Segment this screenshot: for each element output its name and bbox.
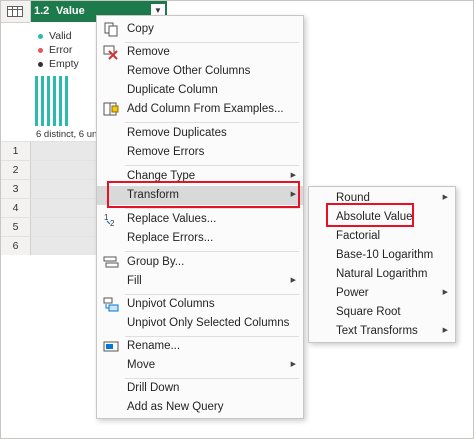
quality-valid-label: Valid bbox=[49, 30, 72, 42]
quality-error-label: Error bbox=[49, 44, 73, 56]
menu-item-remove-other-columns[interactable]: Remove Other Columns bbox=[97, 62, 303, 81]
menu-item-add-as-new-query[interactable]: Add as New Query bbox=[97, 398, 303, 417]
transform-highlight-box bbox=[107, 181, 300, 208]
menu-item-copy[interactable]: Copy bbox=[97, 20, 303, 39]
menu-separator bbox=[125, 122, 299, 123]
menu-item-label: Add as New Query bbox=[127, 401, 224, 413]
column-from-examples-icon bbox=[103, 102, 119, 116]
unpivot-icon bbox=[103, 297, 119, 312]
menu-item-label: Text Transforms bbox=[336, 325, 418, 337]
menu-item-add-column-from-examples[interactable]: Add Column From Examples... bbox=[97, 100, 303, 119]
menu-item-label: Base-10 Logarithm bbox=[336, 249, 434, 261]
menu-item-fill[interactable]: Fill ▶ bbox=[97, 272, 303, 291]
remove-column-icon bbox=[103, 45, 118, 60]
empty-dot-icon bbox=[38, 61, 43, 67]
menu-item-label: Replace Errors... bbox=[127, 232, 214, 244]
row-number: 2 bbox=[1, 161, 31, 179]
column-name: Value bbox=[56, 5, 85, 17]
menu-item-label: Natural Logarithm bbox=[336, 268, 428, 280]
submenu-arrow-icon: ▶ bbox=[290, 361, 296, 368]
submenu-item-base10-logarithm[interactable]: Base-10 Logarithm bbox=[309, 246, 455, 265]
menu-item-remove-errors[interactable]: Remove Errors bbox=[97, 143, 303, 162]
value-distribution-chart bbox=[35, 76, 75, 126]
error-dot-icon bbox=[38, 47, 43, 53]
menu-item-label: Fill bbox=[127, 275, 142, 287]
group-by-icon bbox=[103, 256, 119, 268]
row-number: 5 bbox=[1, 218, 31, 236]
svg-text:1: 1 bbox=[104, 213, 109, 222]
submenu-arrow-icon: ▶ bbox=[290, 277, 296, 284]
menu-item-label: Drill Down bbox=[127, 382, 180, 394]
menu-item-label: Remove bbox=[127, 46, 170, 58]
menu-item-label: Copy bbox=[127, 23, 154, 35]
menu-item-label: Power bbox=[336, 287, 369, 299]
menu-separator bbox=[125, 208, 299, 209]
quality-empty-label: Empty bbox=[49, 58, 79, 70]
row-number: 3 bbox=[1, 180, 31, 198]
submenu-arrow-icon: ▶ bbox=[442, 327, 448, 334]
menu-item-replace-values[interactable]: 12 Replace Values... bbox=[97, 210, 303, 229]
menu-separator bbox=[125, 251, 299, 252]
menu-item-label: Factorial bbox=[336, 230, 381, 242]
menu-item-duplicate-column[interactable]: Duplicate Column bbox=[97, 81, 303, 100]
rename-icon bbox=[103, 341, 119, 352]
absolute-value-highlight-box bbox=[326, 203, 414, 227]
menu-item-label: Remove Duplicates bbox=[127, 127, 227, 139]
menu-item-move[interactable]: Move ▶ bbox=[97, 356, 303, 375]
menu-separator bbox=[125, 165, 299, 166]
distribution-bar bbox=[65, 76, 68, 126]
valid-dot-icon bbox=[38, 33, 43, 39]
distribution-bar bbox=[59, 76, 62, 126]
menu-item-label: Group By... bbox=[127, 256, 185, 268]
menu-item-label: Rename... bbox=[127, 340, 181, 352]
menu-item-label: Replace Values... bbox=[127, 213, 217, 225]
distribution-summary: 6 distinct, 6 un bbox=[36, 129, 98, 140]
distribution-bar bbox=[35, 76, 38, 126]
distribution-bar bbox=[53, 76, 56, 126]
menu-item-replace-errors[interactable]: Replace Errors... bbox=[97, 229, 303, 248]
submenu-arrow-icon: ▶ bbox=[442, 289, 448, 296]
quality-error: Error bbox=[38, 44, 72, 56]
menu-item-remove[interactable]: Remove bbox=[97, 43, 303, 62]
menu-item-unpivot-only-selected[interactable]: Unpivot Only Selected Columns bbox=[97, 314, 303, 333]
menu-item-label: Remove Other Columns bbox=[127, 65, 251, 77]
menu-item-label: Add Column From Examples... bbox=[127, 103, 284, 115]
submenu-arrow-icon: ▶ bbox=[290, 172, 296, 179]
menu-item-unpivot-columns[interactable]: Unpivot Columns bbox=[97, 295, 303, 314]
quality-valid: Valid bbox=[38, 30, 72, 42]
menu-item-group-by[interactable]: Group By... bbox=[97, 253, 303, 272]
svg-text:2: 2 bbox=[110, 219, 115, 227]
submenu-item-power[interactable]: Power ▶ bbox=[309, 284, 455, 303]
table-icon bbox=[7, 6, 23, 17]
row-number: 1 bbox=[1, 142, 31, 160]
column-type-icon[interactable]: 1.2 bbox=[34, 5, 49, 17]
menu-item-label: Move bbox=[127, 359, 156, 371]
column-context-menu: Copy Remove Remove Other Columns Duplica… bbox=[96, 15, 304, 419]
distribution-bar bbox=[47, 76, 50, 126]
submenu-item-factorial[interactable]: Factorial bbox=[309, 227, 455, 246]
submenu-item-natural-logarithm[interactable]: Natural Logarithm bbox=[309, 265, 455, 284]
replace-values-icon: 12 bbox=[104, 213, 115, 227]
menu-item-label: Unpivot Columns bbox=[127, 298, 215, 310]
menu-item-label: Square Root bbox=[336, 306, 401, 318]
quality-empty: Empty bbox=[38, 58, 79, 70]
menu-item-rename[interactable]: Rename... bbox=[97, 337, 303, 356]
table-corner-button[interactable] bbox=[1, 1, 31, 23]
menu-item-drill-down[interactable]: Drill Down bbox=[97, 379, 303, 398]
submenu-arrow-icon: ▶ bbox=[442, 194, 448, 201]
menu-item-label: Remove Errors bbox=[127, 146, 205, 158]
submenu-item-square-root[interactable]: Square Root bbox=[309, 303, 455, 322]
menu-item-remove-duplicates[interactable]: Remove Duplicates bbox=[97, 124, 303, 143]
menu-item-label: Duplicate Column bbox=[127, 84, 218, 96]
row-number: 4 bbox=[1, 199, 31, 217]
row-number: 6 bbox=[1, 237, 31, 255]
copy-icon bbox=[104, 22, 118, 37]
menu-item-label: Unpivot Only Selected Columns bbox=[127, 317, 290, 329]
submenu-item-text-transforms[interactable]: Text Transforms ▶ bbox=[309, 322, 455, 341]
distribution-bar bbox=[41, 76, 44, 126]
